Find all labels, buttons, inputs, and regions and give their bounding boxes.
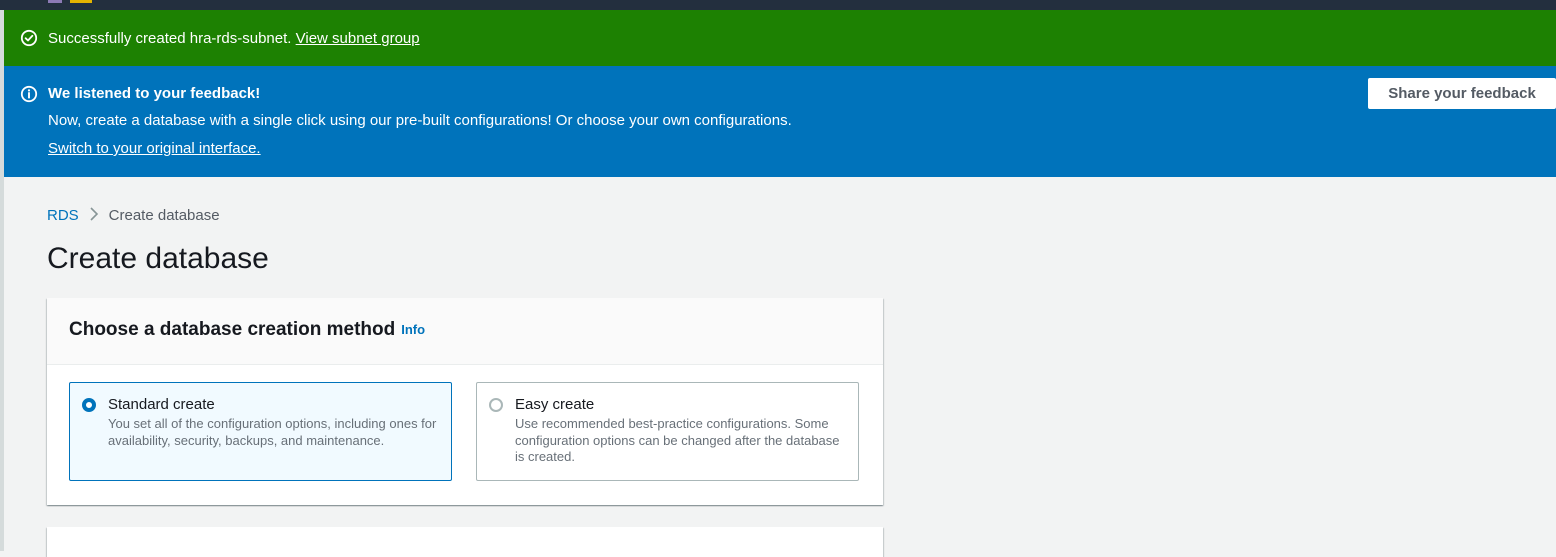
standard-create-description: You set all of the configuration options… [108,416,437,448]
standard-create-radio[interactable] [82,398,96,412]
aws-service-icon[interactable] [70,0,92,3]
info-link[interactable]: Info [401,322,425,337]
creation-method-panel: Choose a database creation method Info St… [47,298,883,505]
panel-title: Choose a database creation method Info [69,318,425,342]
easy-create-radio[interactable] [489,398,503,412]
panel-header: Choose a database creation method Info [47,298,883,365]
breadcrumb: RDS Create database [47,206,220,227]
info-circle-icon [20,85,38,103]
standard-create-option[interactable]: Standard create You set all of the confi… [69,382,452,481]
page-title: Create database [47,242,269,275]
breadcrumb-rds-link[interactable]: RDS [47,207,79,224]
feedback-flash-body: Now, create a database with a single cli… [48,112,792,129]
chevron-right-icon [89,206,99,227]
next-section-panel [47,527,883,557]
easy-create-label: Easy create [515,396,595,413]
feedback-flash-title: We listened to your feedback! [48,85,261,102]
top-navigation-bar [0,0,1556,10]
check-circle-icon [20,29,38,47]
success-message: Successfully created hra-rds-subnet. Vie… [48,30,420,48]
share-feedback-button[interactable]: Share your feedback [1368,78,1556,109]
success-flash-banner: Successfully created hra-rds-subnet. Vie… [4,10,1556,66]
easy-create-description: Use recommended best-practice configurat… [515,416,840,464]
standard-create-label: Standard create [108,396,215,413]
panel-title-text: Choose a database creation method [69,319,396,340]
info-flash-banner: We listened to your feedback! Now, creat… [4,66,1556,177]
breadcrumb-current: Create database [108,207,220,224]
view-subnet-group-link[interactable]: View subnet group [296,30,420,47]
easy-create-option[interactable]: Easy create Use recommended best-practic… [476,382,859,481]
success-message-text: Successfully created hra-rds-subnet. [48,30,292,47]
services-icon[interactable] [48,0,62,3]
switch-original-interface-link[interactable]: Switch to your original interface. [48,140,261,158]
